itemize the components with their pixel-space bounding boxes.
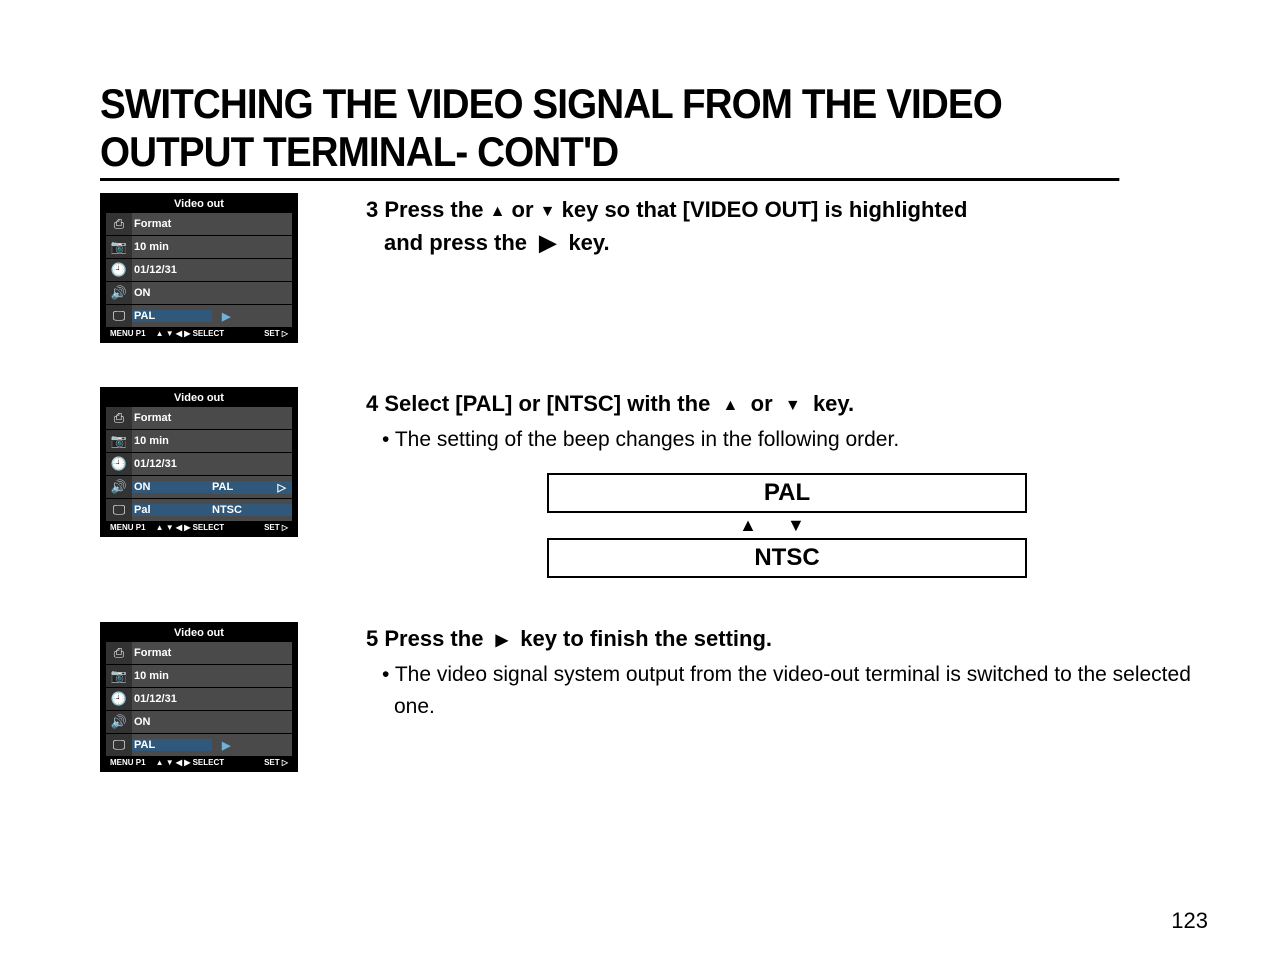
speaker-icon: 🔊: [111, 479, 127, 495]
menu-value: NTSC: [212, 504, 242, 516]
format-icon: ⎙: [114, 410, 124, 426]
speaker-icon: 🔊: [111, 714, 127, 730]
menu-label: 01/12/31: [132, 458, 212, 470]
option-table: PAL ▲▼ NTSC: [547, 473, 1027, 578]
menu-label: Format: [132, 412, 212, 424]
menu-label: ON: [132, 481, 212, 493]
menu-value: PAL: [212, 481, 233, 493]
menu-footer: MENU P1 ▲ ▼ ◀ ▶ SELECT SET ▷: [106, 756, 292, 769]
step5-bullet: • The video signal system output from th…: [374, 659, 1208, 722]
menu-row-on: 🔊 ON: [106, 710, 292, 733]
camera-icon: 📷: [111, 433, 127, 449]
down-arrow-icon: ▼: [787, 515, 835, 535]
menu-label: ON: [132, 716, 212, 728]
menu-row-10min: 📷 10 min: [106, 235, 292, 258]
menu-row-pal: 🖵 Pal NTSC: [106, 498, 292, 521]
clock-icon: 🕘: [111, 456, 127, 472]
menu-row-date: 🕘 01/12/31: [106, 452, 292, 475]
menu-footer-mid: ▲ ▼ ◀ ▶ SELECT: [156, 758, 225, 767]
tv-icon: 🖵: [113, 308, 126, 324]
menu-label: Pal: [132, 504, 212, 516]
menu-footer-mid: ▲ ▼ ◀ ▶ SELECT: [156, 523, 225, 532]
tv-icon: 🖵: [113, 502, 126, 518]
menu-footer-left: MENU P1: [110, 523, 146, 532]
menu-row-pal: 🖵 PAL ▶: [106, 733, 292, 756]
down-arrow-icon: ▼: [540, 201, 556, 223]
right-arrow-icon: ▷: [278, 481, 286, 494]
right-arrow-icon: ▶: [539, 230, 556, 256]
menu-footer-mid: ▲ ▼ ◀ ▶ SELECT: [156, 329, 225, 338]
menu-row-on: 🔊 ON PAL ▷: [106, 475, 292, 498]
arrow-row: ▲▼: [547, 513, 1027, 538]
menu-label: 10 min: [132, 241, 212, 253]
format-icon: ⎙: [114, 216, 124, 232]
down-arrow-icon: ▼: [785, 395, 801, 417]
screen-title: Video out: [106, 196, 292, 212]
step-3-block: Video out ⎙ Format 📷 10 min 🕘 01/12/31 🔊…: [100, 193, 1208, 343]
menu-label: Format: [132, 647, 212, 659]
menu-row-format: ⎙ Format: [106, 212, 292, 235]
up-arrow-icon: ▲: [490, 201, 506, 223]
tv-icon: 🖵: [113, 737, 126, 753]
right-arrow-icon: ▶: [496, 630, 508, 652]
option-pal: PAL: [547, 473, 1027, 513]
menu-row-10min: 📷 10 min: [106, 664, 292, 687]
menu-footer-right: SET ▷: [264, 758, 288, 767]
up-arrow-icon: ▲: [739, 515, 787, 535]
menu-label: 01/12/31: [132, 693, 212, 705]
speaker-icon: 🔊: [111, 285, 127, 301]
menu-label: PAL: [132, 310, 212, 322]
menu-screen-step5: Video out ⎙ Format 📷 10 min 🕘 01/12/31 🔊…: [100, 622, 298, 772]
menu-footer: MENU P1 ▲ ▼ ◀ ▶ SELECT SET ▷: [106, 521, 292, 534]
menu-row-pal: 🖵 PAL ▶: [106, 304, 292, 327]
step-4-block: Video out ⎙ Format 📷 10 min 🕘 01/12/31 🔊…: [100, 387, 1208, 578]
menu-row-date: 🕘 01/12/31: [106, 687, 292, 710]
step4-line1: 4 Select [PAL] or [NTSC] with the ▲ or ▼…: [366, 389, 1208, 420]
menu-footer-right: SET ▷: [264, 329, 288, 338]
clock-icon: 🕘: [111, 262, 127, 278]
camera-icon: 📷: [111, 239, 127, 255]
menu-label: PAL: [132, 739, 212, 751]
page-title: SWITCHING THE VIDEO SIGNAL FROM THE VIDE…: [100, 80, 1119, 181]
right-arrow-icon: ▶: [212, 310, 230, 323]
right-arrow-icon: ▶: [212, 739, 230, 752]
menu-screen-step4: Video out ⎙ Format 📷 10 min 🕘 01/12/31 🔊…: [100, 387, 298, 537]
menu-label: ON: [132, 287, 212, 299]
menu-label: 01/12/31: [132, 264, 212, 276]
menu-row-format: ⎙ Format: [106, 641, 292, 664]
screen-title: Video out: [106, 625, 292, 641]
menu-row-format: ⎙ Format: [106, 406, 292, 429]
menu-row-on: 🔊 ON: [106, 281, 292, 304]
step5-line1: 5 Press the ▶ key to finish the setting.: [366, 624, 1208, 655]
clock-icon: 🕘: [111, 691, 127, 707]
menu-label: 10 min: [132, 670, 212, 682]
step3-line1: 3 Press the ▲ or ▼ key so that [VIDEO OU…: [366, 195, 1208, 226]
screen-title: Video out: [106, 390, 292, 406]
menu-row-10min: 📷 10 min: [106, 429, 292, 452]
page-number: 123: [1171, 908, 1208, 934]
format-icon: ⎙: [114, 645, 124, 661]
menu-screen-step3: Video out ⎙ Format 📷 10 min 🕘 01/12/31 🔊…: [100, 193, 298, 343]
up-arrow-icon: ▲: [723, 395, 739, 417]
menu-footer-right: SET ▷: [264, 523, 288, 532]
menu-footer-left: MENU P1: [110, 329, 146, 338]
menu-footer: MENU P1 ▲ ▼ ◀ ▶ SELECT SET ▷: [106, 327, 292, 340]
option-ntsc: NTSC: [547, 538, 1027, 578]
menu-footer-left: MENU P1: [110, 758, 146, 767]
menu-label: Format: [132, 218, 212, 230]
menu-row-date: 🕘 01/12/31: [106, 258, 292, 281]
step3-line2: and press the ▶ key.: [384, 230, 1208, 256]
camera-icon: 📷: [111, 668, 127, 684]
step4-bullet: • The setting of the beep changes in the…: [374, 424, 1208, 456]
step-5-block: Video out ⎙ Format 📷 10 min 🕘 01/12/31 🔊…: [100, 622, 1208, 772]
menu-label: 10 min: [132, 435, 212, 447]
